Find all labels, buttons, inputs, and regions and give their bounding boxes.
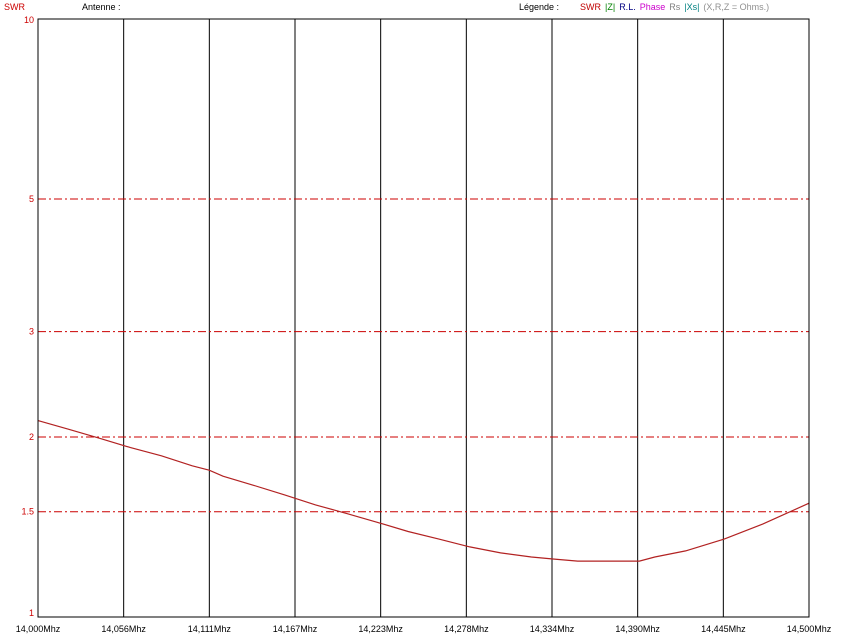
swr-curve-layer [37,420,810,562]
legend-label: Légende : [519,2,560,12]
x-tick-label: 14,334Mhz [530,624,575,634]
legend-item: Rs [669,2,681,12]
plot-frame [37,18,810,618]
legend-item: (X,R,Z = Ohms.) [703,2,770,12]
legend-item: |Z| [605,2,616,12]
y-tick-label: 10 [24,15,34,25]
x-tick-label: 14,056Mhz [101,624,146,634]
swr-series-line [37,420,810,562]
y-axis-title: SWR [4,2,25,12]
grid [38,19,809,617]
axis-labels: 14,000Mhz 14,056Mhz 14,111Mhz 14,167Mhz 14,2… [16,15,832,634]
x-tick-label: 14,000Mhz [16,624,61,634]
y-tick-label: 5 [29,194,34,204]
antenna-label: Antenne : [82,2,121,12]
y-tick-label: 2 [29,432,34,442]
legend: SWR |Z| R.L. Phase Rs |Xs| (X,R,Z = Ohms.) [580,2,773,12]
x-tick-label: 14,278Mhz [444,624,489,634]
y-tick-label: 1.5 [21,507,34,517]
y-tick-label: 1 [29,608,34,618]
legend-item: Phase [639,2,666,12]
swr-chart: 14,000Mhz 14,056Mhz 14,111Mhz 14,167Mhz 14,2… [16,15,832,634]
x-tick-label: 14,111Mhz [188,624,232,634]
x-tick-label: 14,500Mhz [787,624,832,634]
x-tick-label: 14,390Mhz [615,624,660,634]
x-tick-label: 14,223Mhz [358,624,403,634]
y-tick-label: 3 [29,327,34,337]
x-tick-label: 14,445Mhz [701,624,746,634]
x-tick-label: 14,167Mhz [273,624,318,634]
legend-item: R.L. [619,2,636,12]
legend-item: SWR [580,2,601,12]
legend-item: |Xs| [684,2,700,12]
